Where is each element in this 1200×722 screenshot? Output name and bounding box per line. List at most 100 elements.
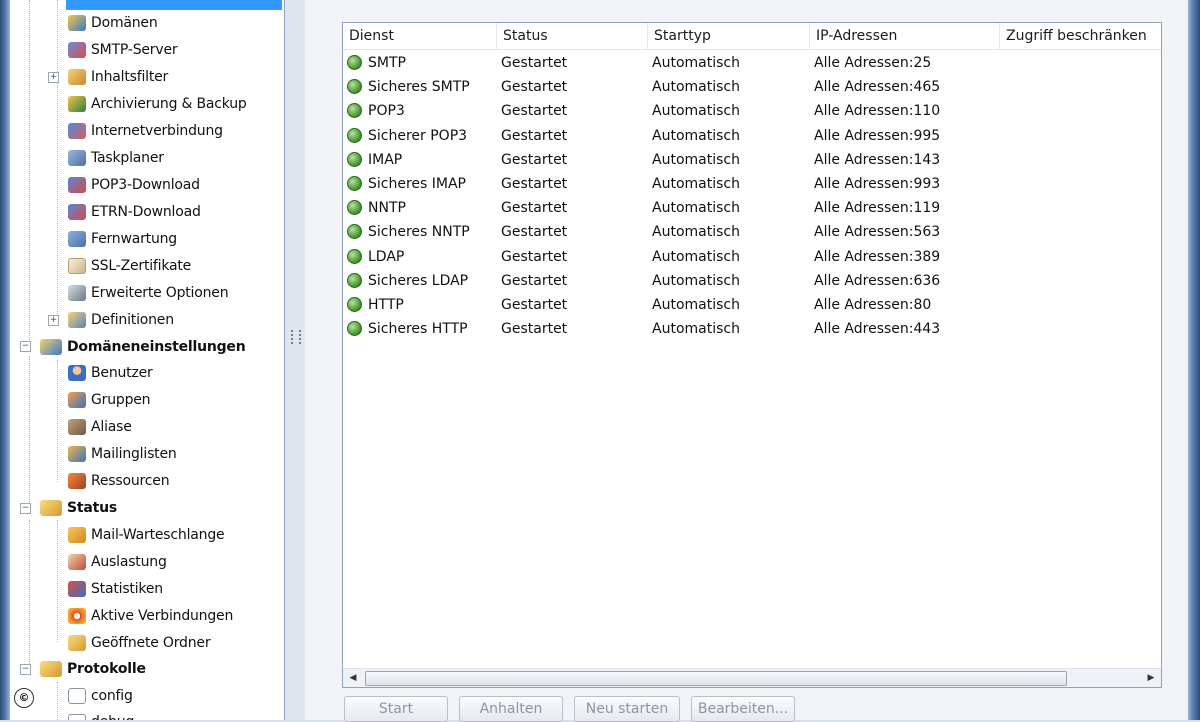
column-header-ip-adressen[interactable]: IP-Adressen bbox=[810, 23, 1000, 49]
table-row[interactable]: Sicheres SMTP Gestartet Automatisch Alle Ad… bbox=[343, 75, 1161, 99]
cell-starttyp: Automatisch bbox=[652, 79, 740, 96]
start-button[interactable]: Start bbox=[344, 696, 448, 722]
tree-line bbox=[29, 356, 30, 508]
tree-item-etrn-download[interactable]: ETRN-Download bbox=[68, 200, 201, 224]
scroll-left-icon[interactable]: ◀ bbox=[345, 671, 361, 685]
tree-item-definitionen[interactable]: Definitionen bbox=[68, 308, 174, 332]
cell-starttyp: Automatisch bbox=[652, 176, 740, 192]
column-header-zugriff[interactable]: Zugriff beschränken bbox=[1000, 23, 1161, 49]
log-file-icon bbox=[68, 714, 86, 720]
tree-item-selected-top[interactable] bbox=[66, 0, 282, 10]
table-row[interactable]: Sicheres LDAP Gestartet Automatisch Alle Ad… bbox=[343, 269, 1161, 293]
column-header-starttyp[interactable]: Starttyp bbox=[648, 23, 810, 49]
domain-settings-icon bbox=[40, 339, 62, 355]
table-row[interactable]: Sicherer POP3 Gestartet Automatisch Alle Ad… bbox=[343, 124, 1161, 148]
tree-line bbox=[29, 0, 30, 344]
restart-button[interactable]: Neu starten bbox=[574, 696, 680, 722]
tree-item-debug[interactable]: debug bbox=[68, 710, 134, 720]
cell-ip-adressen: Alle Adressen:995 bbox=[814, 127, 941, 144]
tree-expander-inhaltsfilter[interactable]: + bbox=[48, 72, 59, 83]
load-icon bbox=[68, 554, 86, 570]
tree-item-label: Ressourcen bbox=[91, 473, 170, 489]
tree-item-erweiterte-optionen[interactable]: Erweiterte Optionen bbox=[68, 281, 229, 305]
tree-expander-protokolle[interactable]: − bbox=[20, 664, 31, 675]
tree-item-auslastung[interactable]: Auslastung bbox=[68, 550, 167, 574]
statistics-icon bbox=[68, 581, 86, 597]
service-running-icon bbox=[347, 176, 362, 191]
cell-ip-adressen: Alle Adressen:443 bbox=[814, 321, 941, 338]
cell-ip-adressen: Alle Adressen:80 bbox=[814, 297, 932, 313]
navigation-tree[interactable]: + + − − − Domänen SMTP-Server Inhaltsfil… bbox=[10, 0, 285, 720]
tree-item-statistiken[interactable]: Statistiken bbox=[68, 577, 163, 601]
table-row[interactable]: NNTP Gestartet Automatisch Alle Adressen:11… bbox=[343, 196, 1161, 220]
table-row[interactable]: IMAP Gestartet Automatisch Alle Adressen:14… bbox=[343, 148, 1161, 172]
tree-expander-definitionen[interactable]: + bbox=[48, 315, 59, 326]
tree-item-taskplaner[interactable]: Taskplaner bbox=[68, 146, 164, 170]
table-row[interactable]: LDAP Gestartet Automatisch Alle Adressen:38… bbox=[343, 245, 1161, 269]
table-row[interactable]: Sicheres HTTP Gestartet Automatisch Alle Ad… bbox=[343, 317, 1161, 341]
tree-item-status[interactable]: Status bbox=[40, 496, 117, 520]
stop-button[interactable]: Anhalten bbox=[459, 696, 563, 722]
tree-line bbox=[29, 520, 30, 668]
tree-item-label: Statistiken bbox=[91, 581, 163, 597]
tree-item-inhaltsfilter[interactable]: Inhaltsfilter bbox=[68, 65, 168, 89]
scrollbar-thumb[interactable] bbox=[365, 671, 1067, 686]
table-row[interactable]: Sicheres IMAP Gestartet Automatisch Alle Ad… bbox=[343, 172, 1161, 196]
cell-dienst: Sicherer POP3 bbox=[368, 127, 468, 144]
tree-item-label: SSL-Zertifikate bbox=[91, 258, 192, 274]
cell-status: Gestartet bbox=[501, 321, 568, 338]
tree-item-geoeffnete-ordner[interactable]: Geöffnete Ordner bbox=[68, 631, 211, 655]
tree-item-domaeneneinstellungen[interactable]: Domäneneinstellungen bbox=[40, 335, 246, 359]
tree-item-mail-warteschlange[interactable]: Mail-Warteschlange bbox=[68, 523, 225, 547]
tree-item-label: Benutzer bbox=[91, 365, 153, 381]
cell-status: Gestartet bbox=[501, 79, 568, 96]
tree-item-ressourcen[interactable]: Ressourcen bbox=[68, 469, 170, 493]
cell-status: Gestartet bbox=[501, 272, 568, 289]
table-row[interactable]: Sicheres NNTP Gestartet Automatisch Alle Ad… bbox=[343, 220, 1161, 244]
tree-item-pop3-download[interactable]: POP3-Download bbox=[68, 173, 200, 197]
tree-item-archivierung[interactable]: Archivierung & Backup bbox=[68, 92, 247, 116]
tree-item-smtp-server[interactable]: SMTP-Server bbox=[68, 38, 178, 62]
tree-item-aliase[interactable]: Aliase bbox=[68, 415, 132, 439]
tree-item-label: Definitionen bbox=[91, 312, 174, 328]
tree-item-aktive-verbindungen[interactable]: Aktive Verbindungen bbox=[68, 604, 233, 628]
table-row[interactable]: SMTP Gestartet Automatisch Alle Adressen:25 bbox=[343, 51, 1161, 75]
tree-item-ssl-zertifikate[interactable]: SSL-Zertifikate bbox=[68, 254, 191, 278]
pane-splitter[interactable] bbox=[285, 0, 305, 720]
table-row[interactable]: POP3 Gestartet Automatisch Alle Adressen:11… bbox=[343, 99, 1161, 123]
tree-item-config[interactable]: config bbox=[68, 684, 133, 708]
cell-dienst: HTTP bbox=[368, 297, 404, 313]
cell-dienst: Sicheres IMAP bbox=[368, 176, 466, 192]
tree-item-fernwartung[interactable]: Fernwartung bbox=[68, 227, 177, 251]
tree-item-label: SMTP-Server bbox=[91, 42, 178, 58]
tree-item-label: Erweiterte Optionen bbox=[91, 285, 229, 301]
tree-item-domaenen[interactable]: Domänen bbox=[68, 11, 158, 35]
cell-starttyp: Automatisch bbox=[652, 248, 740, 265]
services-list-header: Dienst Status Starttyp IP-Adressen Zugri… bbox=[343, 23, 1161, 50]
horizontal-scrollbar[interactable]: ◀ ▶ bbox=[343, 668, 1161, 687]
edit-button[interactable]: Bearbeiten... bbox=[691, 696, 795, 722]
tree-item-label: debug bbox=[91, 714, 134, 720]
column-header-status[interactable]: Status bbox=[497, 23, 648, 49]
tree-item-gruppen[interactable]: Gruppen bbox=[68, 388, 151, 412]
column-header-dienst[interactable]: Dienst bbox=[343, 23, 497, 49]
tree-item-benutzer[interactable]: Benutzer bbox=[68, 361, 153, 385]
scroll-right-icon[interactable]: ▶ bbox=[1143, 671, 1159, 685]
cell-starttyp: Automatisch bbox=[652, 321, 740, 338]
tree-item-label: ETRN-Download bbox=[91, 204, 201, 220]
table-row[interactable]: HTTP Gestartet Automatisch Alle Adressen:80 bbox=[343, 293, 1161, 317]
tree-item-protokolle[interactable]: Protokolle bbox=[40, 657, 146, 681]
tree-item-label: Domänen bbox=[91, 15, 158, 31]
cell-dienst: Sicheres HTTP bbox=[368, 321, 468, 338]
cell-dienst: Sicheres LDAP bbox=[368, 272, 469, 289]
tree-item-internetverbindung[interactable]: Internetverbindung bbox=[68, 119, 223, 143]
tree-line bbox=[57, 682, 58, 720]
tree-line bbox=[57, 520, 58, 642]
tree-expander-domaeneneinstellungen[interactable]: − bbox=[20, 341, 31, 352]
tree-expander-status[interactable]: − bbox=[20, 503, 31, 514]
tree-line bbox=[57, 0, 58, 320]
services-list[interactable]: Dienst Status Starttyp IP-Adressen Zugri… bbox=[342, 22, 1162, 688]
tree-item-mailinglisten[interactable]: Mailinglisten bbox=[68, 442, 177, 466]
cell-dienst: NNTP bbox=[368, 200, 406, 217]
advanced-options-icon bbox=[68, 285, 86, 301]
